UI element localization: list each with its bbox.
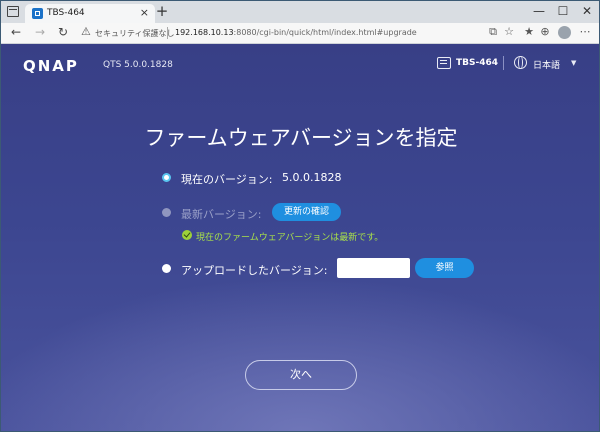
warning-icon[interactable]: ⚠ bbox=[81, 25, 91, 38]
radio-current-version[interactable] bbox=[162, 173, 171, 182]
window-menu-icon[interactable] bbox=[7, 6, 19, 17]
qts-version: QTS 5.0.0.1828 bbox=[103, 60, 173, 70]
uploaded-version-label: アップロードしたバージョン: bbox=[181, 264, 328, 277]
device-name: TBS-464 bbox=[456, 58, 499, 68]
browser-window: TBS-464 × + — ☐ ✕ ← → ↻ ⚠ セキュリティ保護なし 192… bbox=[0, 0, 600, 432]
next-button[interactable]: 次へ bbox=[245, 360, 357, 390]
qnap-logo: QNAP bbox=[23, 57, 79, 75]
page-title: ファームウェアバージョンを指定 bbox=[144, 126, 458, 150]
back-icon[interactable]: ← bbox=[8, 25, 24, 39]
address-bar: ← → ↻ ⚠ セキュリティ保護なし 192.168.10.13:8080/cg… bbox=[1, 23, 599, 44]
close-window-button[interactable]: ✕ bbox=[577, 4, 597, 18]
tab-title: TBS-464 bbox=[47, 8, 85, 18]
latest-status-text: 現在のファームウェアバージョンは最新です。 bbox=[196, 233, 384, 243]
favorites-bar-icon[interactable]: ★ bbox=[521, 25, 537, 38]
check-circle-icon bbox=[182, 230, 192, 240]
radio-uploaded-version[interactable] bbox=[162, 264, 171, 273]
language-selector[interactable]: 日本語 bbox=[533, 58, 560, 71]
browser-tab[interactable]: TBS-464 × bbox=[25, 4, 155, 23]
header-divider bbox=[503, 56, 504, 70]
check-update-button[interactable]: 更新の確認 bbox=[272, 203, 341, 221]
url-path: :8080/cgi-bin/quick/html/index.html#upgr… bbox=[233, 28, 417, 37]
url-field[interactable]: ⚠ セキュリティ保護なし 192.168.10.13:8080/cgi-bin/… bbox=[81, 24, 481, 42]
globe-icon[interactable] bbox=[514, 56, 527, 69]
radio-latest-version[interactable] bbox=[162, 208, 171, 217]
favorite-icon[interactable]: ☆ bbox=[501, 25, 517, 38]
latest-version-label: 最新バージョン: bbox=[181, 208, 262, 221]
forward-icon[interactable]: → bbox=[32, 25, 48, 39]
new-tab-button[interactable]: + bbox=[153, 2, 171, 20]
tab-strip: TBS-464 × + — ☐ ✕ bbox=[1, 1, 599, 23]
maximize-button[interactable]: ☐ bbox=[553, 4, 573, 18]
chevron-down-icon[interactable]: ▼ bbox=[571, 59, 576, 67]
current-version-value: 5.0.0.1828 bbox=[282, 171, 342, 184]
nas-device-icon bbox=[437, 57, 451, 69]
url-divider bbox=[167, 27, 168, 39]
collections-icon[interactable]: ⊕ bbox=[537, 25, 553, 38]
firmware-page: QNAP QTS 5.0.0.1828 TBS-464 日本語 ▼ ファームウェ… bbox=[1, 44, 599, 431]
reading-view-icon[interactable]: ⧉ bbox=[485, 25, 501, 39]
browse-button[interactable]: 参照 bbox=[415, 258, 474, 278]
current-version-label: 現在のバージョン: bbox=[181, 173, 273, 186]
profile-avatar[interactable] bbox=[558, 26, 571, 39]
upload-file-field[interactable] bbox=[337, 258, 410, 278]
more-menu-icon[interactable]: ⋯ bbox=[577, 25, 593, 38]
reload-icon[interactable]: ↻ bbox=[55, 25, 71, 39]
security-status: セキュリティ保護なし bbox=[95, 29, 175, 38]
qnap-favicon-icon bbox=[32, 8, 43, 19]
url-host: 192.168.10.13 bbox=[175, 28, 234, 37]
tab-close-icon[interactable]: × bbox=[140, 6, 149, 19]
url-text: 192.168.10.13:8080/cgi-bin/quick/html/in… bbox=[175, 28, 417, 37]
minimize-button[interactable]: — bbox=[529, 4, 549, 18]
